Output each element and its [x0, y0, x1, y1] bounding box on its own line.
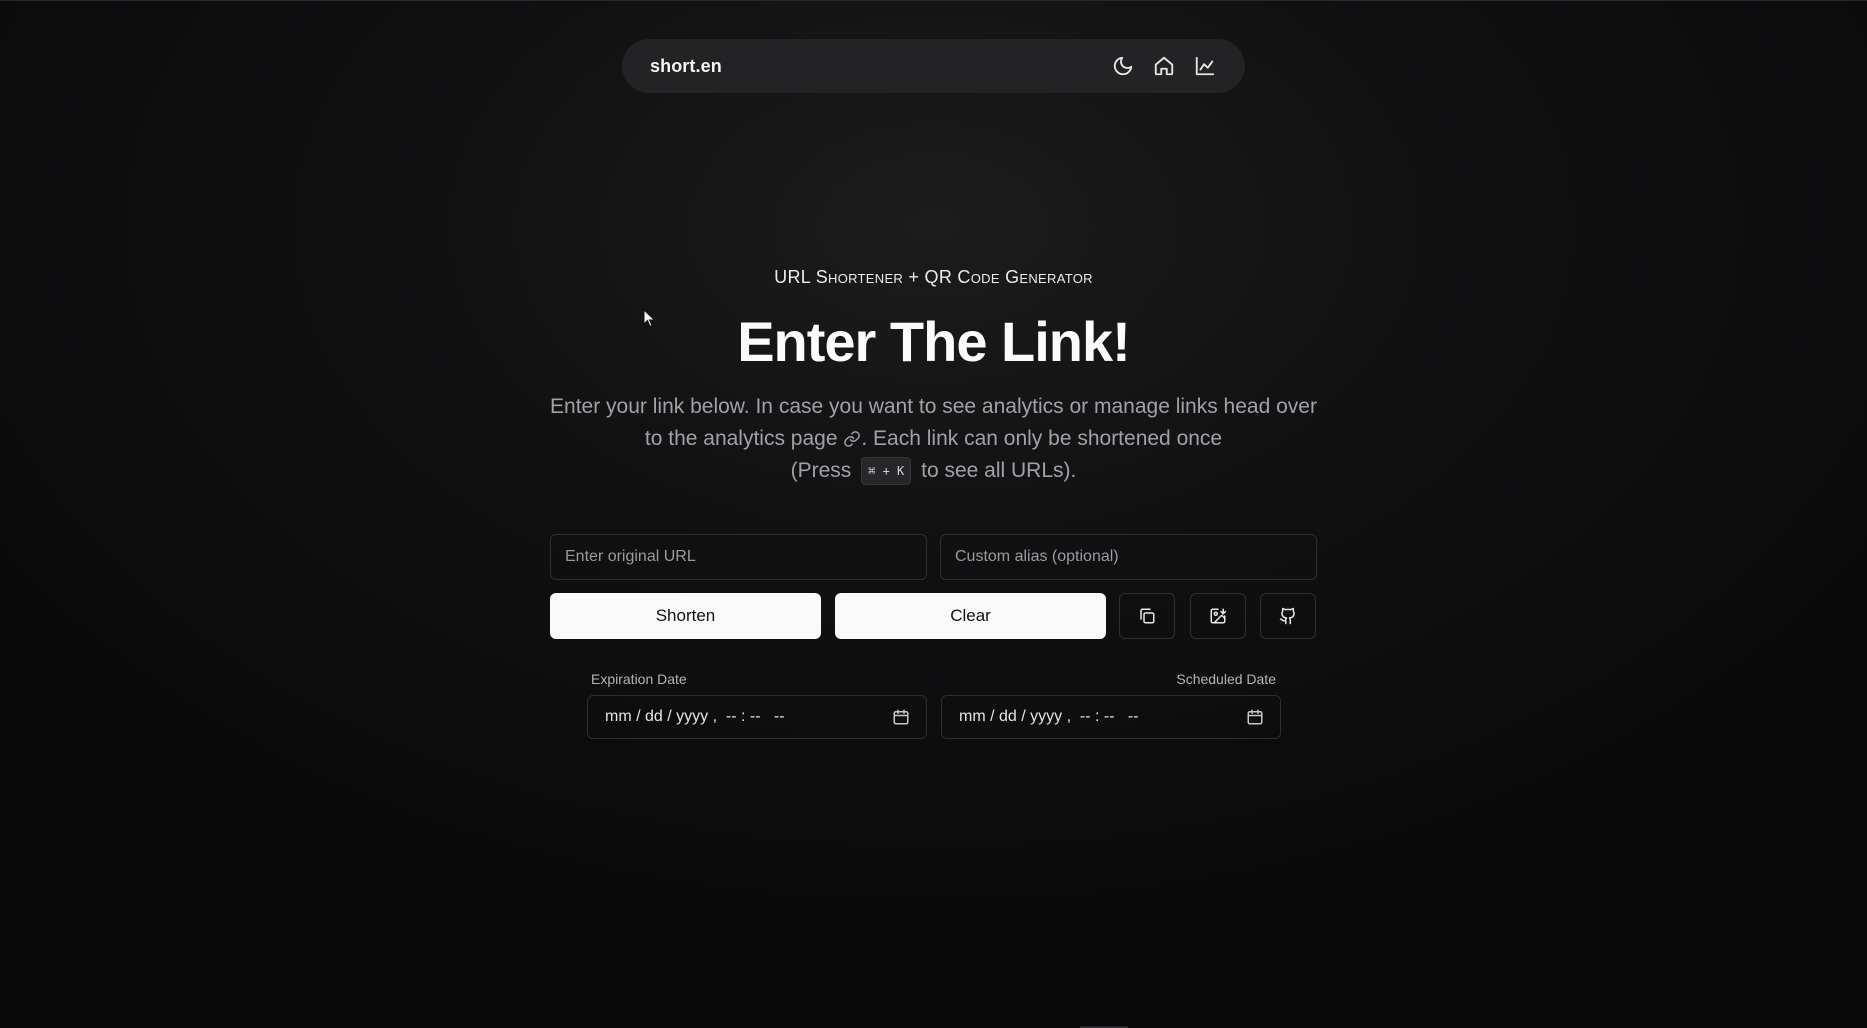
url-input[interactable]	[550, 534, 927, 580]
desc-text-2: . Each link can only be shortened once	[861, 427, 1223, 450]
download-qr-button[interactable]	[1190, 593, 1246, 639]
alias-input[interactable]	[940, 534, 1317, 580]
copy-icon	[1140, 608, 1155, 624]
chart-icon[interactable]	[1193, 54, 1217, 78]
home-icon[interactable]	[1152, 54, 1176, 78]
nav-icons	[1111, 54, 1217, 78]
github-button[interactable]	[1260, 593, 1316, 639]
expiration-date-input[interactable]: mm / dd / yyyy , -- : -- --	[587, 695, 927, 739]
github-icon	[1279, 607, 1295, 625]
shorten-button[interactable]: Shorten	[550, 593, 821, 639]
page-title: Enter The Link!	[737, 310, 1131, 373]
calendar-icon[interactable]	[892, 708, 910, 726]
copy-button[interactable]	[1119, 593, 1175, 639]
moon-icon[interactable]	[1111, 54, 1135, 78]
navbar: short.en	[622, 39, 1245, 93]
scheduled-date-input[interactable]: mm / dd / yyyy , -- : -- --	[941, 695, 1281, 739]
image-download-icon	[1210, 608, 1227, 624]
mouse-cursor-icon	[643, 309, 656, 328]
expiration-date-value: mm / dd / yyyy , -- : -- --	[605, 708, 785, 725]
desc-text-3: (Press	[790, 459, 852, 482]
brand-logo[interactable]: short.en	[650, 56, 722, 77]
page-description: Enter your link below. In case you want …	[550, 391, 1317, 487]
clear-button[interactable]: Clear	[835, 593, 1106, 639]
desc-text-4: to see all URLs).	[921, 459, 1077, 482]
scheduled-date-label: Scheduled Date	[1176, 671, 1276, 687]
calendar-icon[interactable]	[1246, 708, 1264, 726]
page-subtitle: URL Shortener + QR Code Generator	[774, 267, 1093, 287]
expiration-date-label: Expiration Date	[591, 671, 687, 687]
shortcut-badge: ⌘ + K	[861, 457, 912, 485]
scheduled-date-value: mm / dd / yyyy , -- : -- --	[959, 708, 1139, 725]
link-icon[interactable]	[843, 426, 861, 447]
